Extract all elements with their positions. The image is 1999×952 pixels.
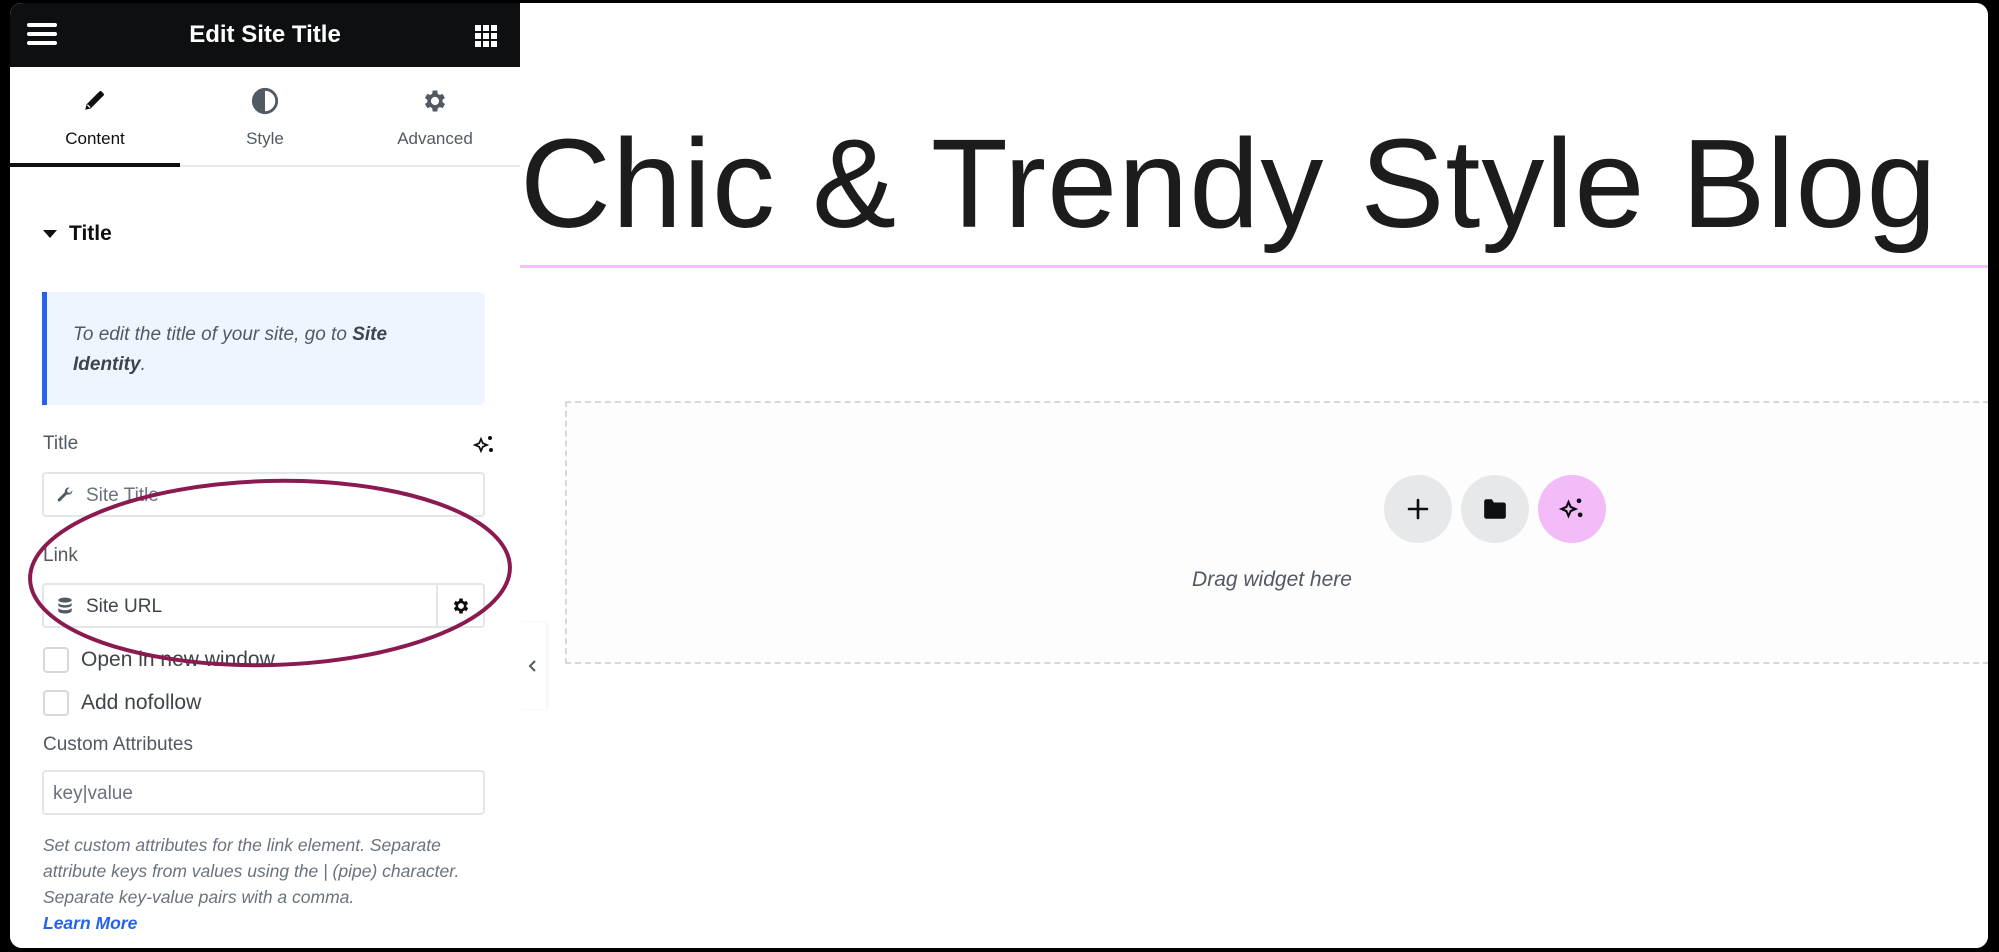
tab-style-label: Style [246,129,284,148]
tab-style[interactable]: Style [180,67,350,165]
info-notice: To edit the title of your site, go to Si… [42,292,485,405]
section-title: Title [69,222,112,245]
pencil-icon [85,91,104,110]
custom-attributes-placeholder: key|value [53,783,133,804]
add-section-button[interactable] [1384,475,1452,543]
folder-icon [1484,499,1506,519]
panel-title: Edit Site Title [189,21,341,48]
plus-icon [1407,498,1429,520]
grid-icon[interactable] [475,25,497,47]
contrast-icon [251,87,279,115]
panel-header: Edit Site Title [10,3,520,67]
checkbox-box[interactable] [43,647,69,673]
link-settings-button[interactable] [436,585,483,626]
templates-button[interactable] [1461,475,1529,543]
add-nofollow-checkbox[interactable]: Add nofollow [43,690,201,716]
link-dynamic-field[interactable]: Site URL [42,583,485,628]
tab-advanced-label: Advanced [397,129,473,148]
ai-builder-button[interactable] [1538,475,1606,543]
collapse-panel-handle[interactable] [520,623,546,709]
link-label: Link [43,545,78,566]
link-field-value: Site URL [86,596,163,617]
page-canvas: Chic & Trendy Style Blog Drag widget her… [520,3,1988,948]
custom-attributes-input[interactable]: key|value [42,770,485,815]
wrench-icon [57,487,73,502]
caret-down-icon [43,230,57,238]
checkbox-box[interactable] [43,690,69,716]
title-field-value: Site Title [86,485,159,506]
drop-zone-text: Drag widget here [1192,568,1352,591]
open-new-window-label: Open in new window [81,648,275,671]
tab-advanced[interactable]: Advanced [350,67,520,165]
gear-icon [453,598,468,613]
tab-content[interactable]: Content [10,67,180,167]
title-dynamic-field[interactable]: Site Title [42,472,485,517]
open-new-window-checkbox[interactable]: Open in new window [43,647,275,673]
widget-drop-zone[interactable]: Drag widget here [565,401,1988,664]
panel-tabs: Content Style Advanced [10,67,520,167]
database-icon [58,597,72,614]
editor-panel: Edit Site Title Content Style Advanced T… [10,3,520,948]
section-title-toggle[interactable]: Title [43,222,112,246]
add-nofollow-label: Add nofollow [81,691,202,714]
custom-attributes-label: Custom Attributes [43,734,193,755]
tab-content-label: Content [65,129,125,148]
chevron-left-icon [528,660,536,672]
editor-window: Edit Site Title Content Style Advanced T… [10,3,1988,948]
custom-attributes-help: Set custom attributes for the link eleme… [43,832,483,936]
sparkle-icon[interactable] [472,433,496,457]
learn-more-link[interactable]: Learn More [43,910,483,936]
gear-icon [424,90,446,112]
site-title-heading[interactable]: Chic & Trendy Style Blog [520,121,1938,247]
title-label: Title [43,433,79,454]
selection-outline [520,265,1988,268]
sparkle-icon [1558,498,1583,519]
